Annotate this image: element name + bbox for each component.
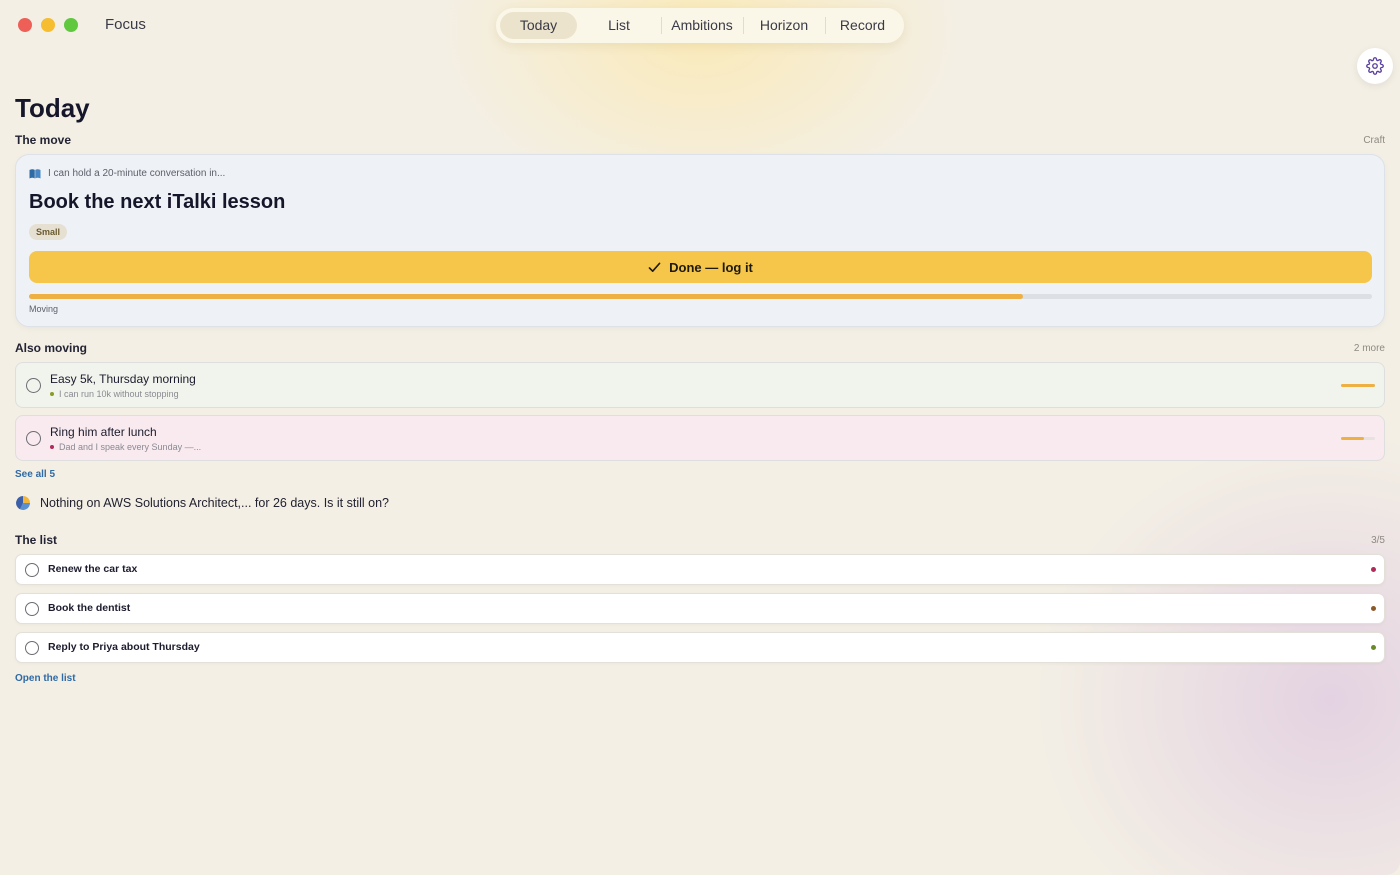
book-icon bbox=[29, 168, 41, 178]
section-label-also-moving: Also moving bbox=[15, 341, 88, 355]
ambition-dot bbox=[1371, 645, 1376, 650]
section-meta-list: 3/5 bbox=[1371, 535, 1385, 546]
task-name: Book the dentist bbox=[48, 602, 131, 614]
complete-checkbox[interactable] bbox=[25, 602, 39, 616]
task-progress-track bbox=[1341, 437, 1375, 440]
tab-today[interactable]: Today bbox=[500, 12, 577, 39]
tab-record[interactable]: Record bbox=[825, 12, 900, 39]
ambition-dot bbox=[50, 392, 54, 396]
complete-checkbox[interactable] bbox=[26, 431, 41, 446]
section-label-move: The move bbox=[15, 133, 72, 147]
move-ambition[interactable]: I can hold a 20-minute conversation in..… bbox=[29, 168, 225, 179]
tab-ambitions[interactable]: Ambitions bbox=[661, 12, 743, 39]
section-label-list: The list bbox=[15, 533, 58, 547]
list-item[interactable]: Ring him after lunch Dad and I speak eve… bbox=[15, 415, 1385, 461]
window-controls bbox=[18, 18, 78, 32]
task-progress-fill bbox=[1341, 384, 1375, 387]
app-window: Focus Today List Ambitions Horizon Recor… bbox=[0, 0, 1400, 875]
complete-checkbox[interactable] bbox=[26, 378, 41, 393]
ambition-dot bbox=[1371, 606, 1376, 611]
checkmark-icon bbox=[648, 262, 661, 272]
task-name: Reply to Priya about Thursday bbox=[48, 641, 200, 653]
done-log-button[interactable]: Done — log it bbox=[29, 251, 1372, 283]
ambition-dot bbox=[50, 445, 54, 449]
move-card: I can hold a 20-minute conversation in..… bbox=[15, 154, 1385, 327]
settings-button[interactable] bbox=[1357, 48, 1393, 84]
complete-checkbox[interactable] bbox=[25, 563, 39, 577]
task-ambition: Dad and I speak every Sunday —... bbox=[50, 442, 201, 452]
tab-horizon[interactable]: Horizon bbox=[743, 12, 825, 39]
move-title: Book the next iTalki lesson bbox=[29, 191, 286, 213]
move-progress-fill bbox=[29, 294, 1023, 299]
pie-chart-icon bbox=[16, 496, 30, 510]
minimize-window-button[interactable] bbox=[41, 18, 55, 32]
page-title: Today bbox=[15, 93, 90, 123]
task-name: Easy 5k, Thursday morning bbox=[50, 372, 196, 386]
ambition-dot bbox=[1371, 567, 1376, 572]
section-meta-move: Craft bbox=[1363, 135, 1385, 146]
nav-tabs: Today List Ambitions Horizon Record bbox=[496, 8, 904, 43]
task-ambition-text: I can run 10k without stopping bbox=[59, 389, 179, 399]
move-progress-track bbox=[29, 294, 1372, 299]
gear-icon bbox=[1366, 57, 1384, 75]
task-progress-fill bbox=[1341, 437, 1365, 440]
task-name: Renew the car tax bbox=[48, 563, 138, 575]
tab-list[interactable]: List bbox=[577, 12, 661, 39]
see-all-link[interactable]: See all 5 bbox=[15, 469, 55, 480]
stale-ambition-nudge: Nothing on AWS Solutions Architect,... f… bbox=[15, 495, 389, 511]
nudge-text: Nothing on AWS Solutions Architect,... f… bbox=[40, 496, 390, 510]
task-progress-track bbox=[1341, 384, 1375, 387]
app-title: Focus bbox=[105, 16, 146, 33]
list-item[interactable]: Reply to Priya about Thursday bbox=[15, 632, 1385, 663]
size-chip: Small bbox=[29, 224, 68, 240]
list-item[interactable]: Easy 5k, Thursday morning I can run 10k … bbox=[15, 362, 1385, 408]
zoom-window-button[interactable] bbox=[64, 18, 78, 32]
list-item[interactable]: Renew the car tax bbox=[15, 554, 1385, 585]
task-ambition-text: Dad and I speak every Sunday —... bbox=[59, 442, 202, 452]
complete-checkbox[interactable] bbox=[25, 641, 39, 655]
task-name: Ring him after lunch bbox=[50, 425, 157, 439]
list-item[interactable]: Book the dentist bbox=[15, 593, 1385, 624]
section-meta-also-moving: 2 more bbox=[1353, 343, 1385, 354]
move-status: Moving bbox=[29, 304, 59, 314]
open-list-link[interactable]: Open the list bbox=[15, 673, 76, 684]
move-ambition-text: I can hold a 20-minute conversation in..… bbox=[48, 168, 226, 179]
close-window-button[interactable] bbox=[18, 18, 32, 32]
done-log-label: Done — log it bbox=[669, 259, 753, 275]
task-ambition: I can run 10k without stopping bbox=[50, 389, 179, 399]
